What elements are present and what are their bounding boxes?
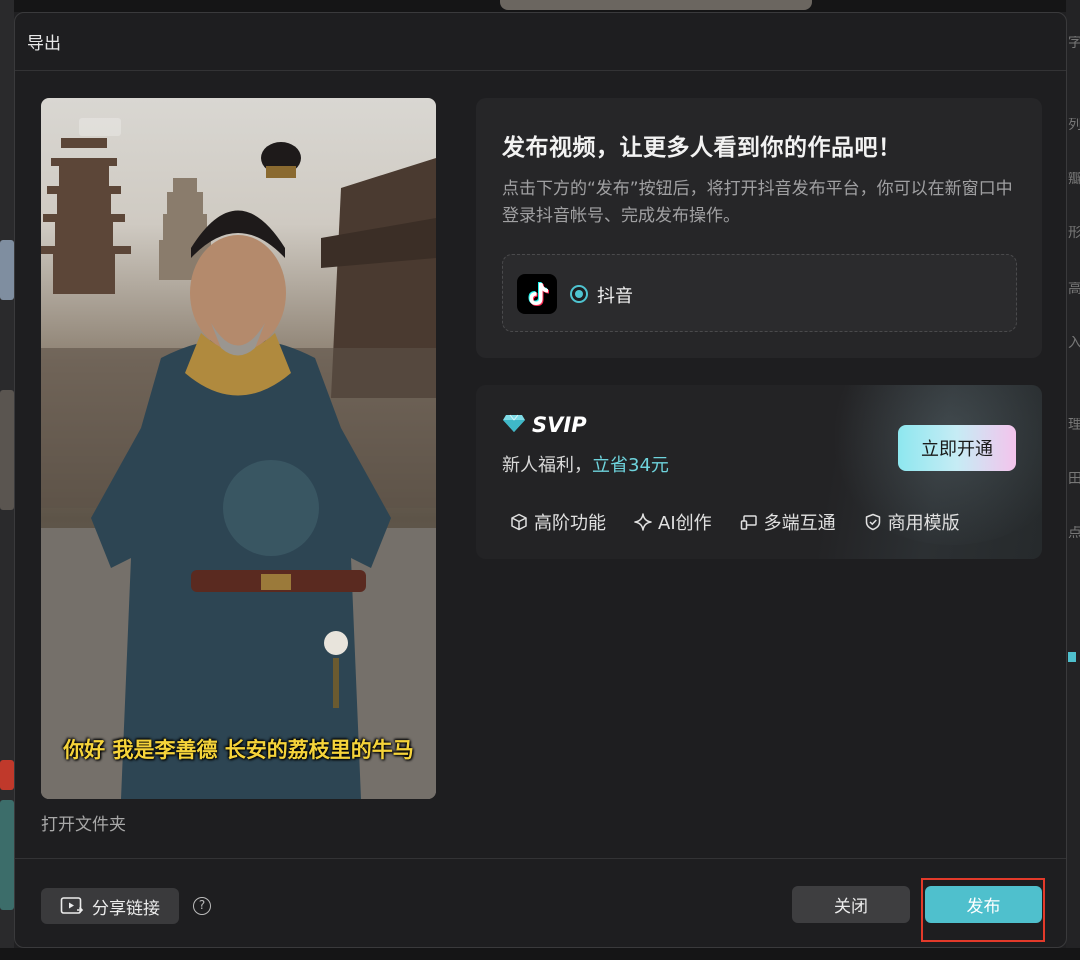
dialog-header: 导出 bbox=[15, 13, 1066, 71]
diamond-icon bbox=[502, 413, 526, 437]
background-top-bar bbox=[0, 0, 1080, 12]
share-video-icon bbox=[60, 897, 84, 914]
preview-image bbox=[41, 138, 436, 799]
publish-button[interactable]: 发布 bbox=[925, 886, 1042, 923]
svip-offer-prefix: 新人福利， bbox=[502, 455, 592, 476]
feature-label: AI创作 bbox=[658, 513, 712, 534]
svip-card: SVIP 新人福利，立省34元 立即开通 高阶功能 AI创作 多端互通 商用模版 bbox=[476, 385, 1042, 559]
background-thumb bbox=[0, 800, 14, 910]
share-link-label: 分享链接 bbox=[92, 898, 160, 919]
video-preview[interactable]: 你好 我是李善德 长安的荔枝里的牛马 bbox=[41, 98, 436, 799]
background-subtitle-track bbox=[0, 948, 1080, 960]
help-icon[interactable]: ? bbox=[193, 897, 211, 915]
douyin-logo-icon bbox=[517, 274, 557, 314]
svip-features: 高阶功能 AI创作 多端互通 商用模版 bbox=[510, 509, 988, 535]
svip-label: SVIP bbox=[532, 413, 587, 437]
export-dialog: 导出 你好 我是李善德 长安的荔枝里的牛马 打开文件夹 发布视频，让更多人看到你… bbox=[14, 12, 1067, 948]
svip-title: SVIP bbox=[502, 413, 587, 437]
background-thumb bbox=[0, 240, 14, 300]
dialog-title: 导出 bbox=[27, 34, 61, 54]
devices-icon bbox=[740, 515, 757, 530]
background-thumbnail bbox=[500, 0, 812, 10]
background-thumb bbox=[0, 760, 14, 790]
platform-label: 抖音 bbox=[597, 286, 633, 307]
feature-item: AI创作 bbox=[634, 509, 712, 535]
open-svip-button[interactable]: 立即开通 bbox=[898, 425, 1016, 471]
preview-subtitle: 你好 我是李善德 长安的荔枝里的牛马 bbox=[63, 738, 414, 762]
platform-option-douyin[interactable]: 抖音 bbox=[502, 254, 1017, 332]
feature-item: 商用模版 bbox=[864, 509, 960, 535]
dialog-footer: 分享链接 ? 关闭 发布 bbox=[15, 858, 1066, 947]
background-right-panel: 字 列 瓣 形 高 入 理 田 点 bbox=[1066, 0, 1080, 960]
feature-label: 多端互通 bbox=[763, 513, 836, 534]
background-thumb bbox=[0, 390, 14, 510]
publish-description: 点击下方的“发布”按钮后，将打开抖音发布平台，你可以在新窗口中登录抖音帐号、完成… bbox=[502, 179, 1013, 226]
cube-icon bbox=[511, 513, 527, 531]
publish-heading: 发布视频，让更多人看到你的作品吧！ bbox=[502, 135, 902, 161]
preview-watermark bbox=[79, 118, 121, 136]
open-folder-link[interactable]: 打开文件夹 bbox=[41, 810, 126, 835]
background-left-panel bbox=[0, 0, 14, 960]
svip-offer: 新人福利，立省34元 bbox=[502, 451, 669, 477]
share-link-button[interactable]: 分享链接 bbox=[41, 888, 179, 924]
feature-item: 高阶功能 bbox=[510, 509, 606, 535]
shield-check-icon bbox=[865, 513, 880, 531]
svip-offer-accent: 立省34元 bbox=[592, 455, 669, 476]
feature-label: 商用模版 bbox=[887, 513, 960, 534]
feature-item: 多端互通 bbox=[740, 509, 836, 535]
publish-card: 发布视频，让更多人看到你的作品吧！ 点击下方的“发布”按钮后，将打开抖音发布平台… bbox=[476, 98, 1042, 358]
sparkle-icon bbox=[634, 513, 652, 531]
feature-label: 高阶功能 bbox=[534, 513, 606, 534]
platform-radio[interactable] bbox=[570, 285, 588, 303]
close-button[interactable]: 关闭 bbox=[792, 886, 910, 923]
